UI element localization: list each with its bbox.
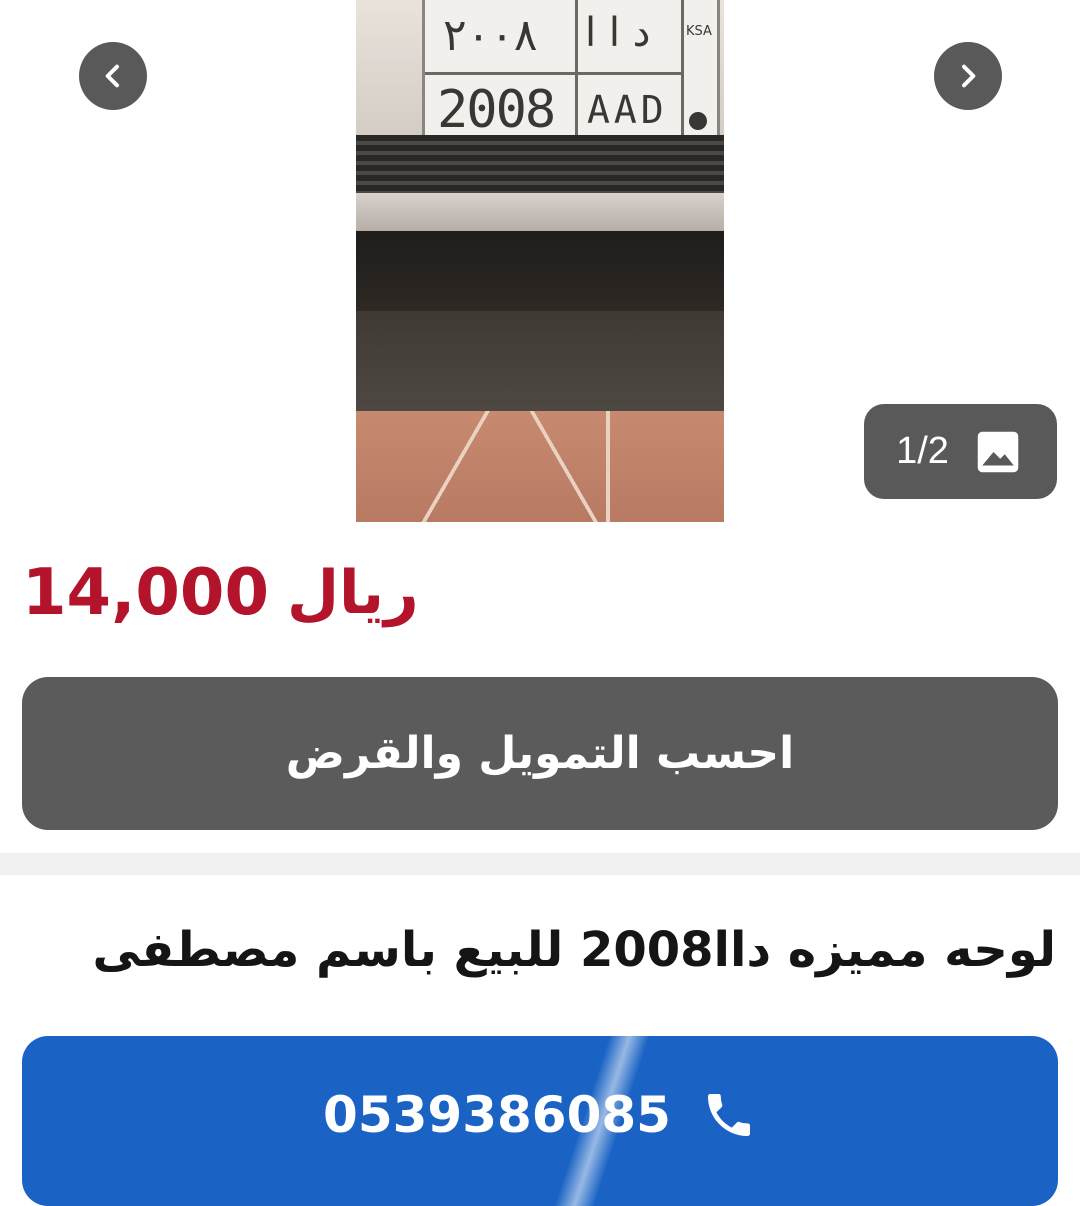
license-plate: ٢٠٠٨ د ا ا 2008 AAD KSA — [422, 0, 720, 153]
image-counter: 1/2 — [896, 430, 949, 472]
plate-bolt — [689, 112, 707, 130]
previous-image-button[interactable] — [79, 42, 147, 110]
chevron-left-icon — [105, 64, 119, 88]
image-gallery[interactable]: ٢٠٠٨ د ا ا 2008 AAD KSA 1/2 — [0, 0, 1080, 522]
call-button[interactable]: 0539386085 — [22, 1036, 1058, 1206]
next-image-button[interactable] — [934, 42, 1002, 110]
phone-icon — [707, 1094, 750, 1136]
price-currency: ريال — [286, 558, 419, 628]
photo-lip — [356, 193, 724, 231]
plate-letters-arabic: د ا ا — [585, 10, 651, 56]
plate-number-arabic: ٢٠٠٨ — [443, 10, 538, 61]
price: ريال 14,000 — [22, 548, 419, 638]
section-divider — [0, 853, 1080, 875]
finance-calculator-button[interactable]: احسب التمويل والقرض — [22, 677, 1058, 830]
image-icon — [977, 431, 1019, 472]
listing-title: لوحه مميزه داا2008 للبيع باسم مصطفى — [92, 922, 1056, 978]
image-counter-badge[interactable]: 1/2 — [864, 404, 1057, 499]
photo-curb — [356, 411, 724, 522]
listing-photo[interactable]: ٢٠٠٨ د ا ا 2008 AAD KSA — [356, 0, 724, 522]
photo-grille — [356, 135, 724, 195]
chevron-right-icon — [962, 64, 976, 88]
photo-underbody — [356, 231, 724, 311]
price-value: 14,000 — [22, 556, 269, 630]
plate-number-latin: 2008 — [437, 80, 556, 140]
plate-letters-latin: AAD — [587, 88, 668, 132]
photo-ground — [356, 311, 724, 411]
plate-country: KSA — [686, 24, 712, 39]
